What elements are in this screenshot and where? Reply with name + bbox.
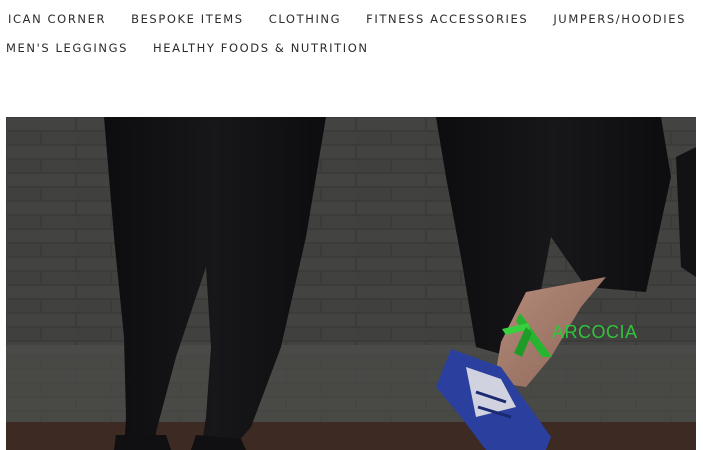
nav-link-ican-corner[interactable]: ICAN CORNER [8,12,106,26]
page: ICAN CORNER BESPOKE ITEMS CLOTHING FITNE… [0,0,703,450]
hero-banner-image[interactable]: ARCOCIA [6,117,696,450]
nav-link-mens-leggings[interactable]: MEN'S LEGGINGS [6,41,128,55]
nav-link-healthy-foods-nutrition[interactable]: HEALTHY FOODS & NUTRITION [153,41,369,55]
nav-link-bespoke-items[interactable]: BESPOKE ITEMS [131,12,244,26]
nav-row-secondary: MEN'S LEGGINGS HEALTHY FOODS & NUTRITION [6,36,394,60]
nav-link-clothing[interactable]: CLOTHING [269,12,341,26]
main-navigation: ICAN CORNER BESPOKE ITEMS CLOTHING FITNE… [0,0,703,70]
hero-photo-illustration [6,117,696,450]
arcocia-logo-icon [502,313,552,357]
floor [6,422,696,450]
nav-link-jumpers-hoodies[interactable]: JUMPERS/HOODIES [553,12,686,26]
logo-wordmark: ARCOCIA [552,322,638,342]
nav-link-fitness-accessories[interactable]: FITNESS ACCESSORIES [366,12,528,26]
brand-logo-watermark: ARCOCIA [502,309,652,359]
nav-row-primary: ICAN CORNER BESPOKE ITEMS CLOTHING FITNE… [8,7,703,31]
